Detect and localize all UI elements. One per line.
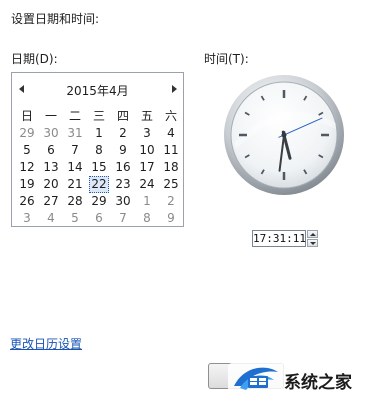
date-label: 日期(D): <box>11 52 58 66</box>
day-cell[interactable]: 6 <box>39 142 63 159</box>
weekday-header: 日一二三四五六 <box>15 107 183 124</box>
day-cell[interactable]: 15 <box>87 159 111 176</box>
day-cell[interactable]: 3 <box>15 210 39 227</box>
dialog-heading: 设置日期和时间: <box>11 12 100 26</box>
calendar-month-title[interactable]: 2015年4月 <box>12 82 183 99</box>
calendar-header: 2015年4月 <box>12 81 183 99</box>
day-cell[interactable]: 23 <box>111 176 135 193</box>
day-cell[interactable]: 5 <box>63 210 87 227</box>
weekday-label: 三 <box>92 109 105 123</box>
time-field[interactable]: 17:31:11 <box>252 230 306 247</box>
calendar-day-grid: 29 30 31 1 2 3 4 5 6 7 8 9 10 11 12 13 14 15 16 17 18 19 20 21 2… <box>15 125 183 227</box>
day-cell[interactable]: 31 <box>63 125 87 142</box>
day-cell[interactable]: 28 <box>63 193 87 210</box>
day-cell[interactable]: 9 <box>111 142 135 159</box>
day-cell[interactable]: 13 <box>39 159 63 176</box>
day-cell[interactable]: 30 <box>39 125 63 142</box>
time-label: 时间(T): <box>204 52 249 66</box>
day-cell[interactable]: 14 <box>63 159 87 176</box>
weekday-label: 四 <box>116 109 129 123</box>
day-cell[interactable]: 30 <box>111 193 135 210</box>
day-cell[interactable]: 8 <box>87 142 111 159</box>
day-cell[interactable]: 8 <box>135 210 159 227</box>
day-cell[interactable]: 19 <box>15 176 39 193</box>
day-cell[interactable]: 10 <box>135 142 159 159</box>
day-cell[interactable]: 6 <box>87 210 111 227</box>
day-cell[interactable]: 4 <box>159 125 183 142</box>
day-cell[interactable]: 11 <box>159 142 183 159</box>
selected-day-cell[interactable]: 22 <box>89 176 109 193</box>
day-cell[interactable]: 24 <box>135 176 159 193</box>
clock-center-cap <box>281 132 287 138</box>
day-cell[interactable]: 7 <box>63 142 87 159</box>
time-decrement-arrow-icon[interactable] <box>307 239 318 247</box>
day-cell[interactable]: 9 <box>159 210 183 227</box>
change-calendar-settings-link[interactable]: 更改日历设置 <box>10 335 82 352</box>
watermark-text: 系统之家 <box>284 373 352 393</box>
day-cell[interactable]: 29 <box>87 193 111 210</box>
weekday-label: 一 <box>44 109 57 123</box>
analog-clock <box>224 75 344 195</box>
site-watermark: 系统之家 <box>226 360 384 401</box>
day-cell[interactable]: 3 <box>135 125 159 142</box>
day-cell[interactable]: 16 <box>111 159 135 176</box>
day-cell[interactable]: 25 <box>159 176 183 193</box>
time-increment-arrow-icon[interactable] <box>307 230 318 238</box>
day-cell[interactable]: 1 <box>135 193 159 210</box>
weekday-label: 六 <box>164 109 177 123</box>
day-cell[interactable]: 17 <box>135 159 159 176</box>
calendar: 2015年4月 日一二三四五六 29 30 31 1 2 3 4 5 6 7 8 9 10 11 12 13 1… <box>11 72 184 227</box>
day-cell[interactable]: 12 <box>15 159 39 176</box>
day-cell[interactable]: 1 <box>87 125 111 142</box>
day-cell[interactable]: 7 <box>111 210 135 227</box>
day-cell[interactable]: 2 <box>159 193 183 210</box>
weekday-label: 二 <box>68 109 81 123</box>
day-cell[interactable]: 18 <box>159 159 183 176</box>
day-cell[interactable]: 2 <box>111 125 135 142</box>
day-cell[interactable]: 21 <box>63 176 87 193</box>
weekday-label: 五 <box>140 109 153 123</box>
day-cell[interactable]: 20 <box>39 176 63 193</box>
day-cell[interactable]: 27 <box>39 193 63 210</box>
day-cell[interactable]: 4 <box>39 210 63 227</box>
weekday-label: 日 <box>20 109 33 123</box>
day-cell[interactable]: 29 <box>15 125 39 142</box>
next-month-arrow-icon[interactable] <box>169 83 179 95</box>
day-cell[interactable]: 5 <box>15 142 39 159</box>
day-cell[interactable]: 26 <box>15 193 39 210</box>
